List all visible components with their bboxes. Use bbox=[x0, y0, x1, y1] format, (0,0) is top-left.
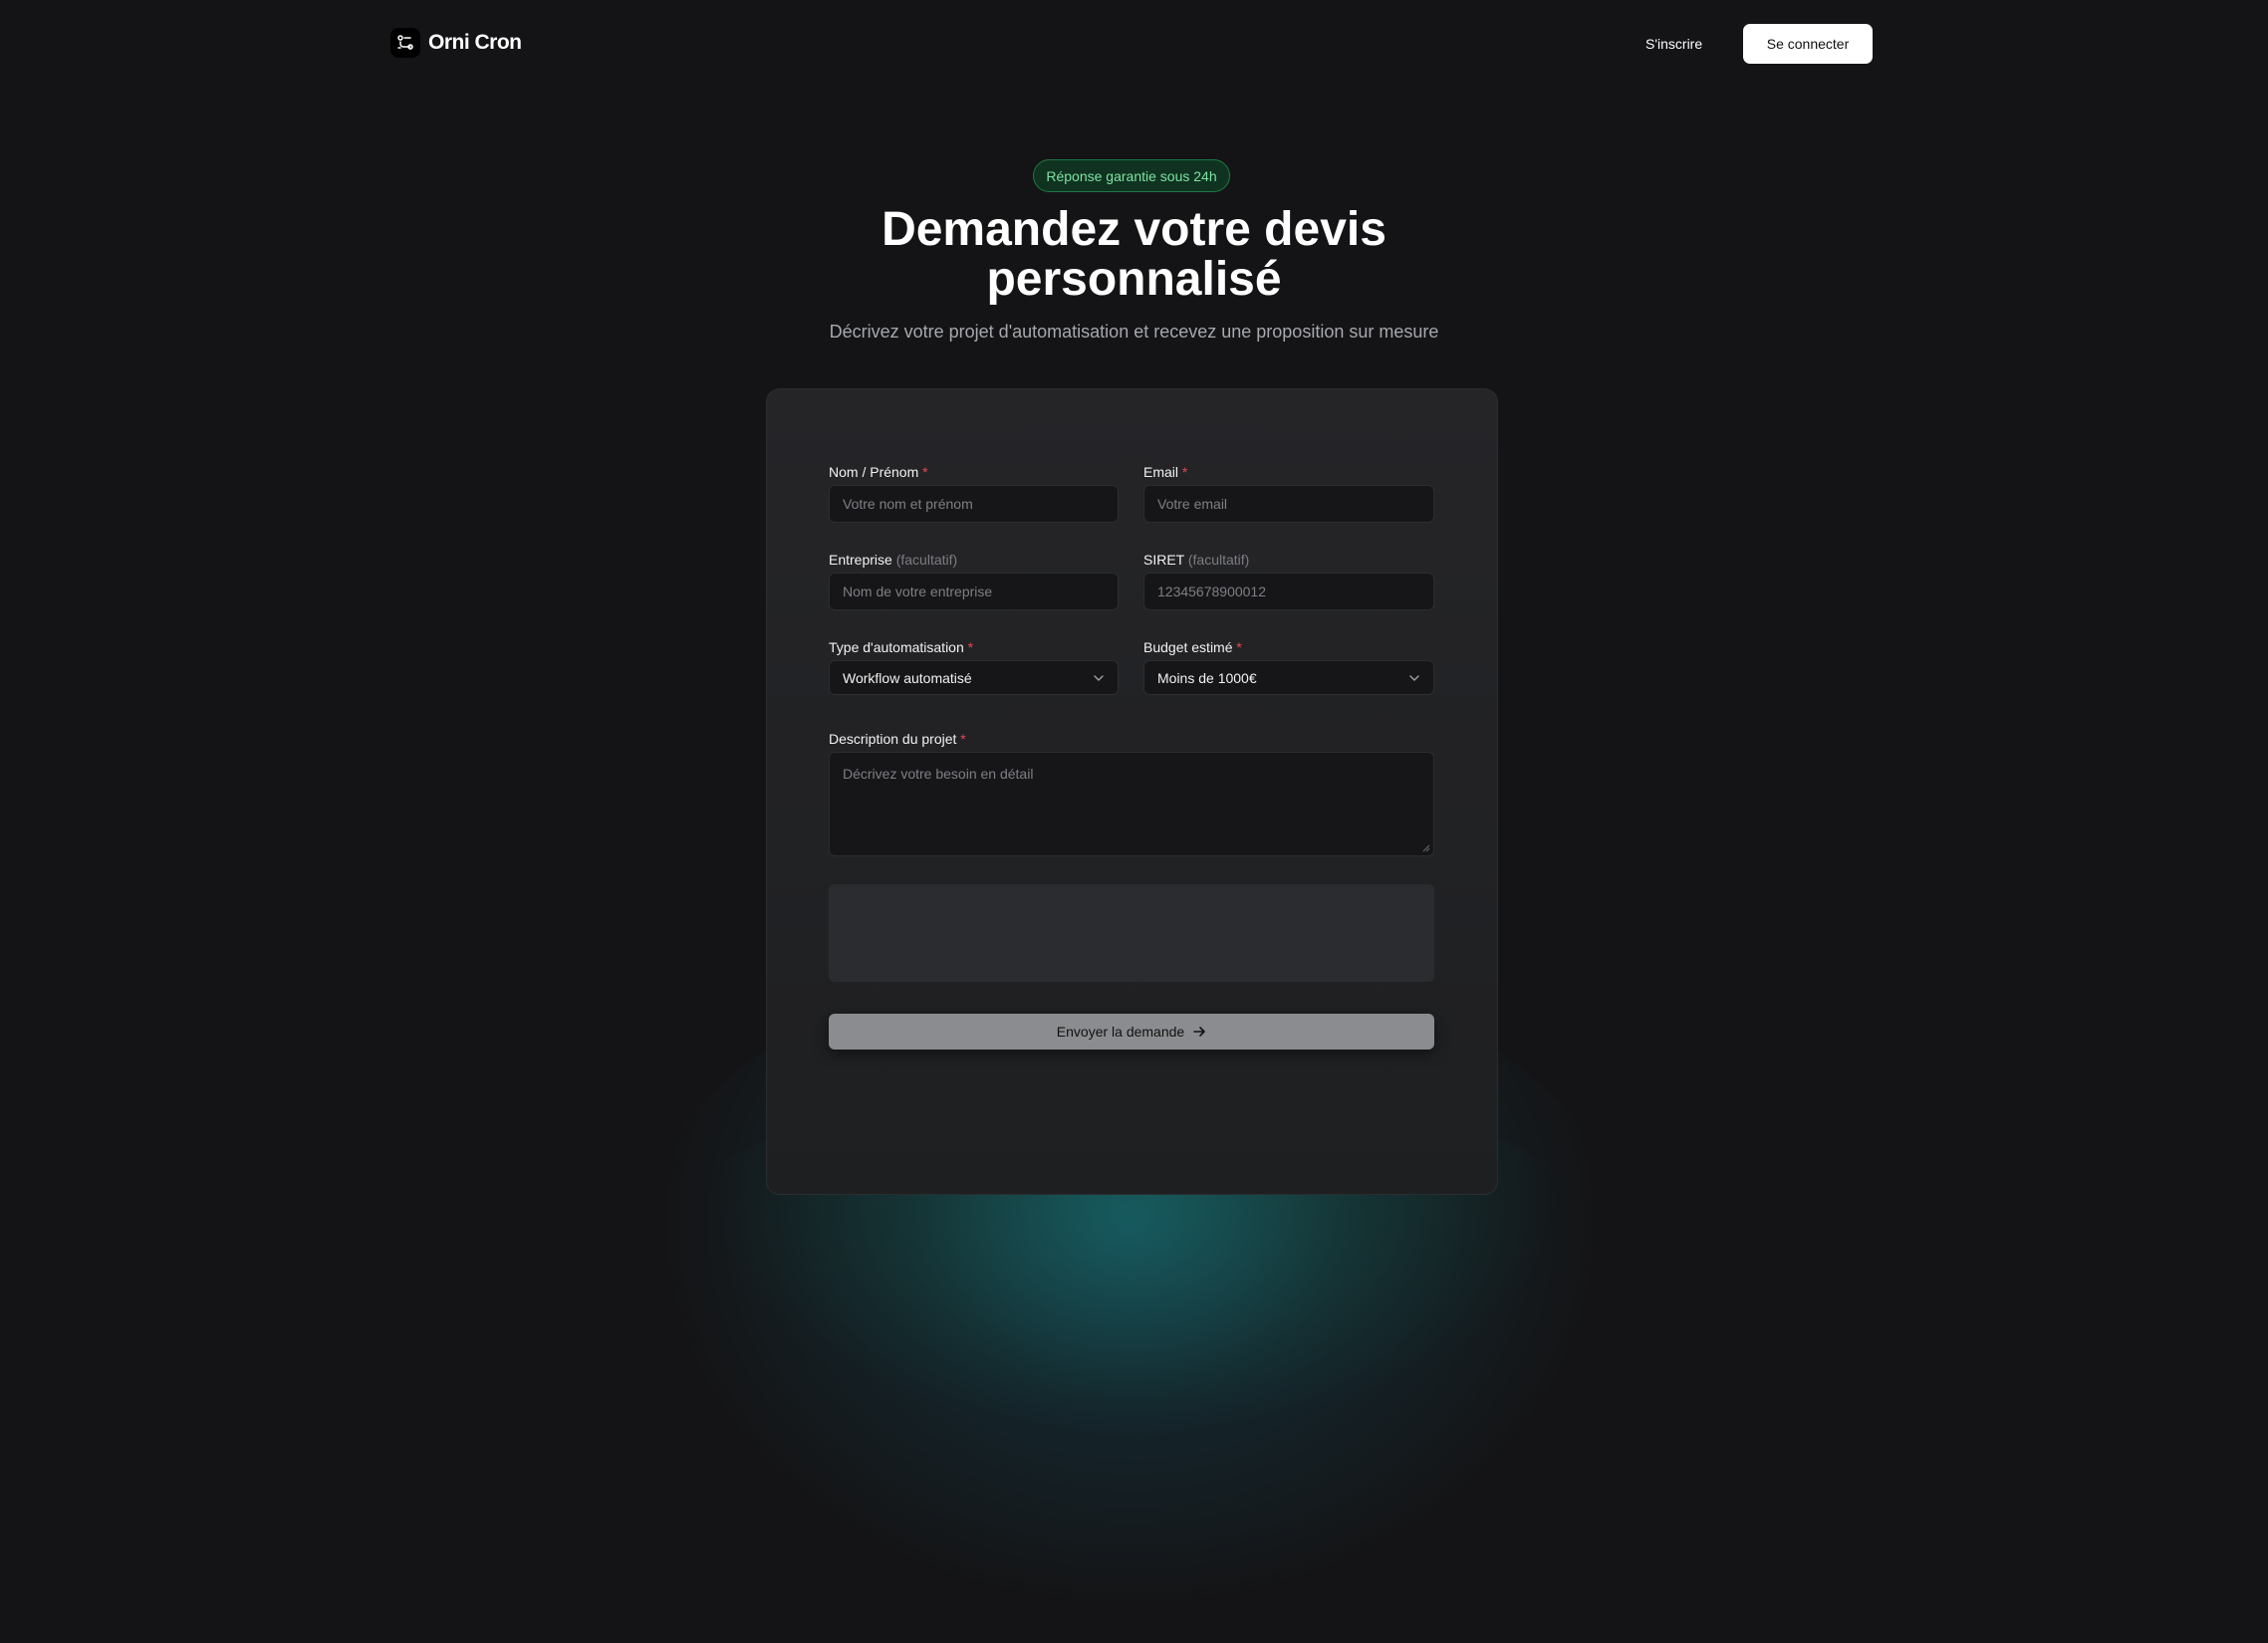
name-input[interactable]: Votre nom et prénom bbox=[829, 485, 1119, 523]
page-title-line1: Demandez votre devis bbox=[882, 203, 1386, 256]
email-placeholder: Votre email bbox=[1157, 496, 1228, 512]
automation-type-label-text: Type d'automatisation bbox=[829, 639, 964, 655]
automation-type-value: Workflow automatisé bbox=[843, 669, 972, 686]
automation-type-label: Type d'automatisation * bbox=[829, 639, 973, 655]
siret-label-text: SIRET bbox=[1143, 552, 1184, 568]
siret-input[interactable]: 12345678900012 bbox=[1143, 573, 1434, 610]
name-label-text: Nom / Prénom bbox=[829, 464, 919, 480]
email-input[interactable]: Votre email bbox=[1143, 485, 1434, 523]
company-label-text: Entreprise bbox=[829, 552, 892, 568]
resize-handle-icon[interactable] bbox=[1420, 842, 1430, 852]
required-marker: * bbox=[1236, 639, 1242, 655]
required-marker: * bbox=[967, 639, 974, 655]
page-title: Demandez votre devis personnalisé bbox=[0, 205, 2268, 305]
name-label: Nom / Prénom * bbox=[829, 464, 928, 480]
name-placeholder: Votre nom et prénom bbox=[843, 496, 973, 512]
workflow-icon bbox=[390, 28, 420, 58]
budget-value: Moins de 1000€ bbox=[1157, 669, 1257, 686]
arrow-right-icon bbox=[1193, 1027, 1206, 1037]
brand-name: Orni Cron bbox=[428, 31, 522, 54]
submit-button[interactable]: Envoyer la demande bbox=[829, 1014, 1434, 1050]
description-label-text: Description du projet bbox=[829, 731, 957, 747]
optional-marker: (facultatif) bbox=[895, 552, 958, 568]
submit-label: Envoyer la demande bbox=[1056, 1024, 1185, 1040]
signup-link[interactable]: S'inscrire bbox=[1632, 24, 1716, 64]
siret-label: SIRET (facultatif) bbox=[1143, 552, 1249, 568]
required-marker: * bbox=[1181, 464, 1188, 480]
company-input[interactable]: Nom de votre entreprise bbox=[829, 573, 1119, 610]
chevron-down-icon bbox=[1409, 674, 1419, 681]
description-textarea[interactable]: Décrivez votre besoin en détail bbox=[829, 752, 1434, 856]
brand-logo[interactable]: Orni Cron bbox=[390, 28, 522, 58]
company-placeholder: Nom de votre entreprise bbox=[843, 584, 993, 599]
required-marker: * bbox=[922, 464, 928, 480]
page-subtitle: Décrivez votre projet d'automatisation e… bbox=[829, 322, 1439, 342]
budget-label-text: Budget estimé bbox=[1143, 639, 1233, 655]
response-badge: Réponse garantie sous 24h bbox=[1033, 159, 1230, 192]
budget-select[interactable]: Moins de 1000€ bbox=[1143, 660, 1434, 695]
description-placeholder: Décrivez votre besoin en détail bbox=[843, 766, 1034, 782]
required-marker: * bbox=[960, 731, 966, 747]
description-label: Description du projet * bbox=[829, 731, 966, 747]
company-label: Entreprise (facultatif) bbox=[829, 552, 957, 568]
budget-label: Budget estimé * bbox=[1143, 639, 1242, 655]
email-label: Email * bbox=[1143, 464, 1187, 480]
optional-marker: (facultatif) bbox=[1187, 552, 1250, 568]
page-title-line2: personnalisé bbox=[986, 253, 1282, 306]
email-label-text: Email bbox=[1143, 464, 1179, 480]
siret-placeholder: 12345678900012 bbox=[1157, 584, 1267, 599]
chevron-down-icon bbox=[1094, 674, 1104, 681]
automation-type-select[interactable]: Workflow automatisé bbox=[829, 660, 1119, 695]
login-button[interactable]: Se connecter bbox=[1743, 24, 1873, 64]
captcha-widget[interactable] bbox=[829, 884, 1434, 982]
